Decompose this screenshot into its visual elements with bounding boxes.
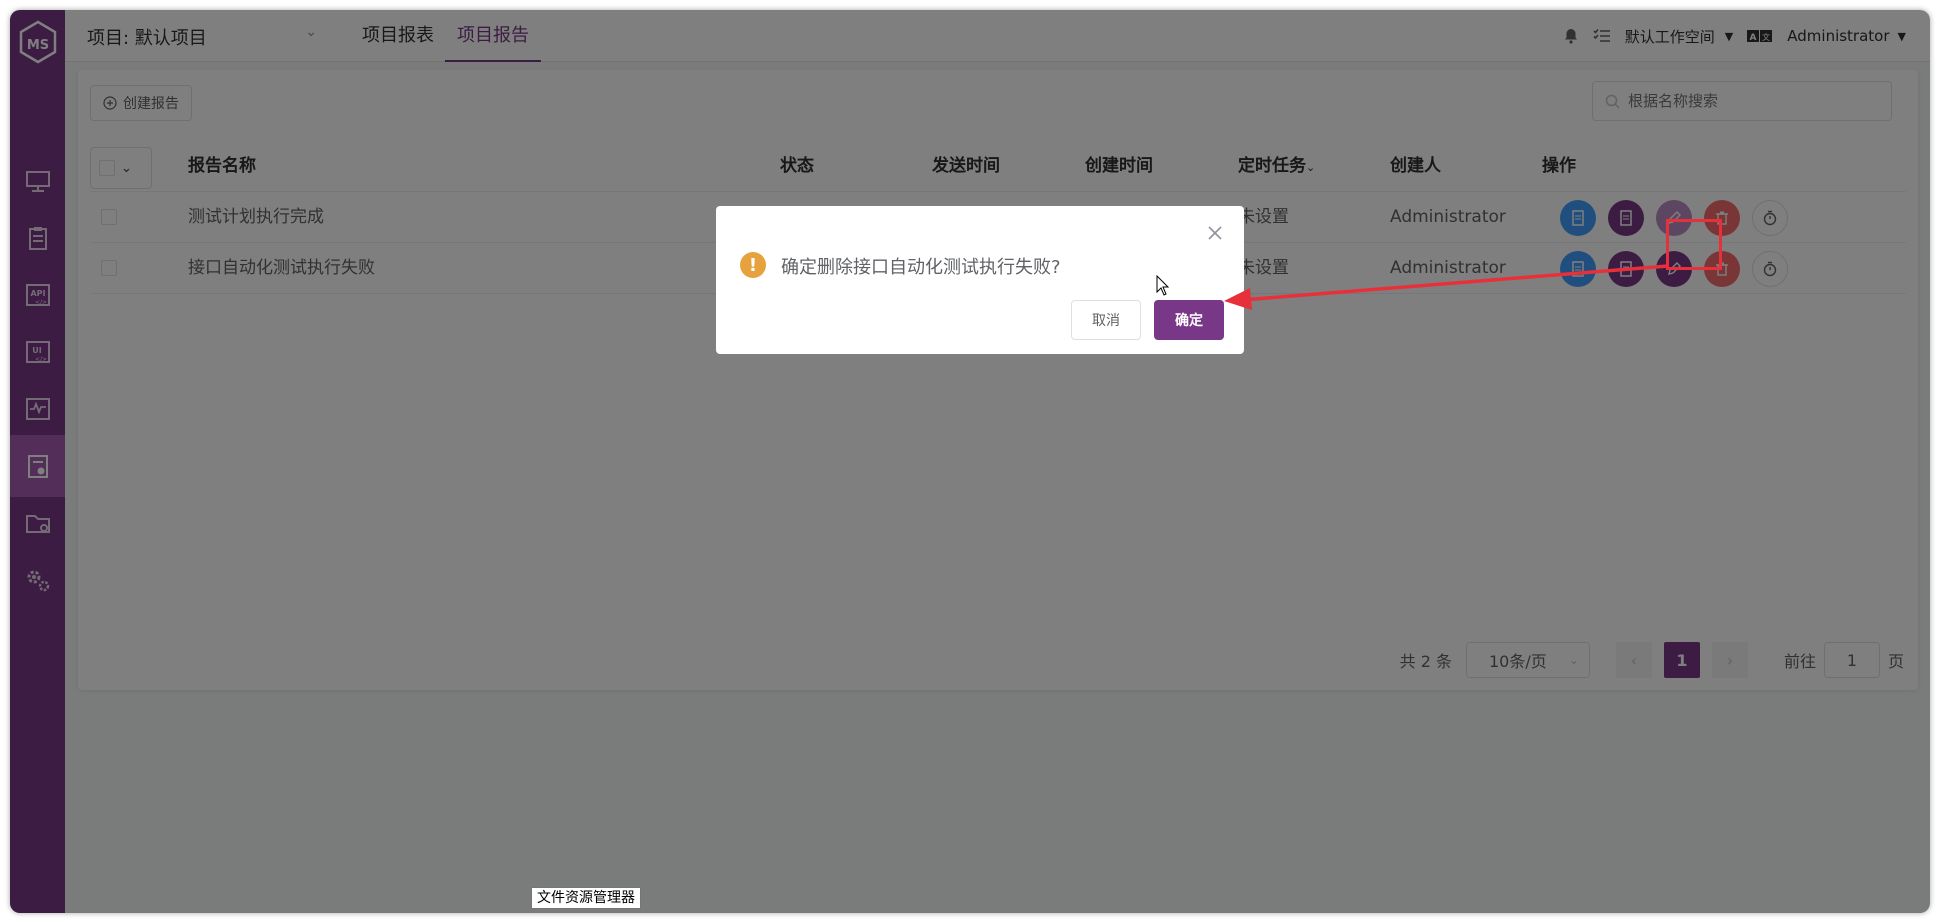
annotation-highlight-box: [1666, 219, 1722, 270]
modal-overlay[interactable]: [10, 10, 1930, 913]
mouse-cursor-icon: [1156, 275, 1170, 296]
confirm-button[interactable]: 确定: [1154, 300, 1224, 340]
app-window: MS API</> UI</> 项目: 默认项目 ⌄: [10, 10, 1930, 913]
warning-icon: !: [740, 252, 766, 278]
dialog-message: 确定删除接口自动化测试执行失败?: [781, 257, 1061, 278]
close-icon[interactable]: [1206, 224, 1224, 242]
cancel-button[interactable]: 取消: [1071, 300, 1141, 340]
taskbar-tooltip: 文件资源管理器: [531, 887, 641, 909]
